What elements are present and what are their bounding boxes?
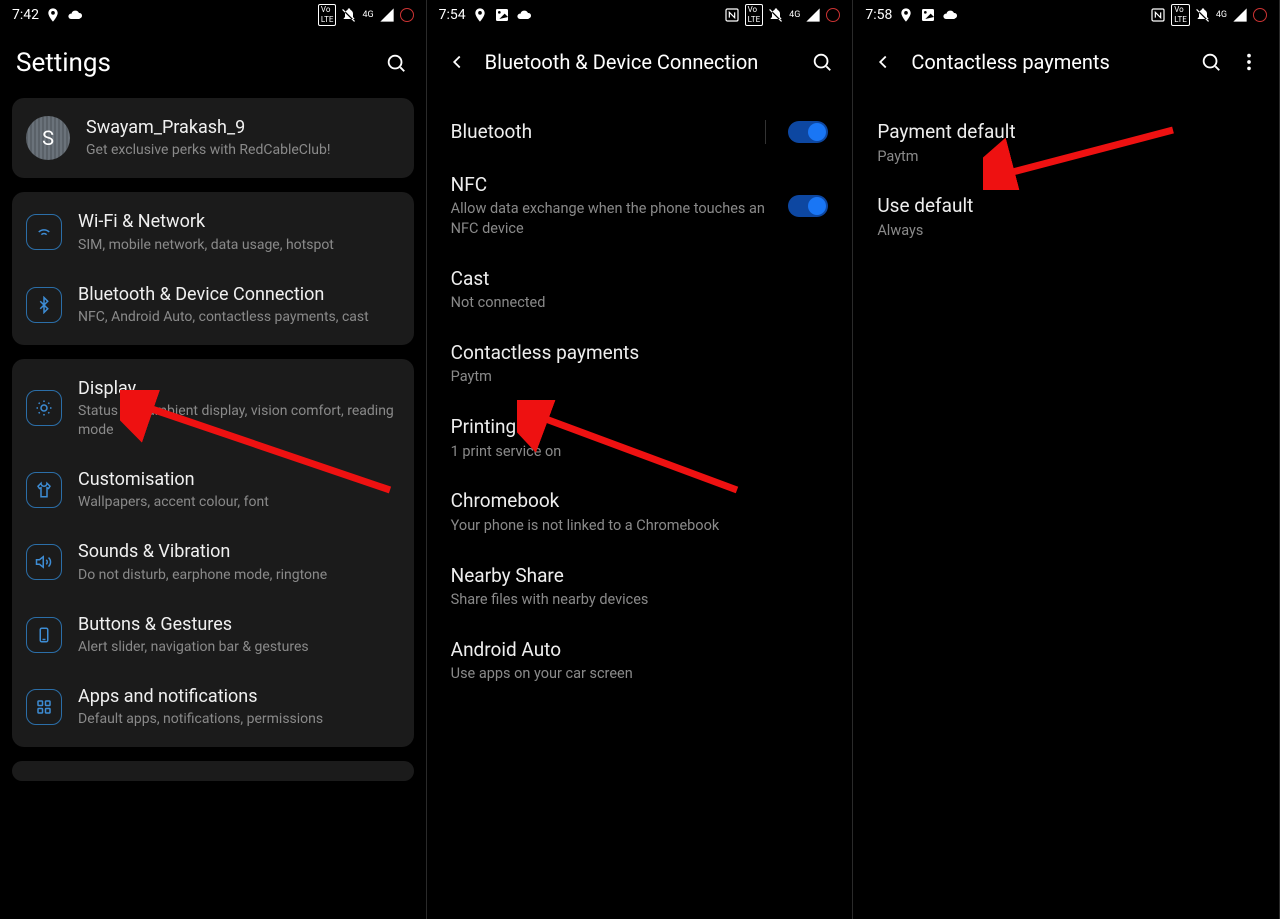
profile-name: Swayam_Prakash_9	[86, 116, 400, 139]
search-button[interactable]	[382, 49, 410, 77]
cloud-icon	[516, 7, 532, 23]
list-item-android-auto[interactable]: Android Auto Use apps on your car screen	[431, 624, 849, 698]
gesture-icon	[26, 617, 62, 653]
settings-group-next	[12, 761, 414, 781]
list-item-payment-default[interactable]: Payment default Paytm	[857, 106, 1275, 180]
phone-screen-2: 7:54 VoLTE 4G Bluetooth & Device Connect…	[427, 0, 854, 919]
list-item-bluetooth[interactable]: Bluetooth	[431, 106, 849, 159]
list-item-use-default[interactable]: Use default Always	[857, 180, 1275, 254]
status-bar: 7:58 VoLTE 4G	[853, 0, 1279, 30]
status-time: 7:42	[12, 7, 39, 23]
battery-ring-icon	[1253, 8, 1267, 22]
profile-card[interactable]: S Swayam_Prakash_9 Get exclusive perks w…	[12, 98, 414, 178]
settings-item-buttons[interactable]: Buttons & Gestures Alert slider, navigat…	[12, 599, 414, 671]
list-item-cast[interactable]: Cast Not connected	[431, 253, 849, 327]
location-icon	[898, 7, 914, 23]
back-button[interactable]	[443, 48, 471, 76]
location-icon	[472, 7, 488, 23]
settings-group-system: Display Status bar, ambient display, vis…	[12, 359, 414, 747]
wifi-icon	[26, 214, 62, 250]
page-header: Contactless payments	[853, 30, 1279, 96]
status-bar: 7:54 VoLTE 4G	[427, 0, 853, 30]
apps-icon	[26, 689, 62, 725]
phone-screen-1: 7:42 VoLTE 4G Settings S Swayam_Prakash_…	[0, 0, 427, 919]
network-4g-text: 4G	[1216, 10, 1227, 20]
list-item-nearby-share[interactable]: Nearby Share Share files with nearby dev…	[431, 550, 849, 624]
nfc-icon	[1150, 7, 1166, 23]
signal-icon	[805, 7, 821, 23]
status-time: 7:54	[439, 7, 466, 23]
settings-item-display[interactable]: Display Status bar, ambient display, vis…	[12, 363, 414, 454]
list-item-chromebook[interactable]: Chromebook Your phone is not linked to a…	[431, 475, 849, 549]
divider	[765, 120, 766, 144]
status-time: 7:58	[865, 7, 892, 23]
page-title: Bluetooth & Device Connection	[485, 50, 799, 74]
page-title: Settings	[16, 48, 372, 78]
shirt-icon	[26, 472, 62, 508]
volte-icon: VoLTE	[1171, 4, 1190, 26]
cloud-icon	[942, 7, 958, 23]
battery-ring-icon	[826, 8, 840, 22]
status-bar: 7:42 VoLTE 4G	[0, 0, 426, 30]
location-icon	[45, 7, 61, 23]
network-4g-text: 4G	[362, 10, 373, 20]
speaker-icon	[26, 544, 62, 580]
mute-icon	[1195, 7, 1211, 23]
profile-sub: Get exclusive perks with RedCableClub!	[86, 141, 400, 160]
battery-ring-icon	[400, 8, 414, 22]
back-button[interactable]	[869, 48, 897, 76]
settings-item-wifi[interactable]: Wi-Fi & Network SIM, mobile network, dat…	[12, 196, 414, 268]
settings-group-connectivity: Wi-Fi & Network SIM, mobile network, dat…	[12, 192, 414, 345]
page-header: Bluetooth & Device Connection	[427, 30, 853, 96]
image-icon	[494, 7, 510, 23]
page-title: Contactless payments	[911, 50, 1187, 74]
settings-item-customisation[interactable]: Customisation Wallpapers, accent colour,…	[12, 454, 414, 526]
settings-item-bluetooth[interactable]: Bluetooth & Device Connection NFC, Andro…	[12, 269, 414, 341]
network-4g-text: 4G	[789, 10, 800, 20]
brightness-icon	[26, 390, 62, 426]
search-button[interactable]	[808, 48, 836, 76]
mute-icon	[768, 7, 784, 23]
nfc-toggle[interactable]	[788, 195, 828, 217]
bluetooth-icon	[26, 287, 62, 323]
cloud-icon	[67, 7, 83, 23]
settings-item-apps[interactable]: Apps and notifications Default apps, not…	[12, 671, 414, 743]
search-button[interactable]	[1197, 48, 1225, 76]
phone-screen-3: 7:58 VoLTE 4G Contactless payments Payme…	[853, 0, 1280, 919]
signal-icon	[1232, 7, 1248, 23]
settings-item-sounds[interactable]: Sounds & Vibration Do not disturb, earph…	[12, 526, 414, 598]
page-header: Settings	[0, 30, 426, 98]
signal-icon	[379, 7, 395, 23]
volte-icon: VoLTE	[745, 4, 764, 26]
volte-icon: VoLTE	[318, 4, 337, 26]
bluetooth-toggle[interactable]	[788, 121, 828, 143]
more-button[interactable]	[1235, 48, 1263, 76]
list-item-printing[interactable]: Printing 1 print service on	[431, 401, 849, 475]
mute-icon	[341, 7, 357, 23]
nfc-icon	[724, 7, 740, 23]
list-item-nfc[interactable]: NFC Allow data exchange when the phone t…	[431, 159, 849, 253]
list-item-contactless[interactable]: Contactless payments Paytm	[431, 327, 849, 401]
image-icon	[920, 7, 936, 23]
avatar: S	[26, 116, 70, 160]
